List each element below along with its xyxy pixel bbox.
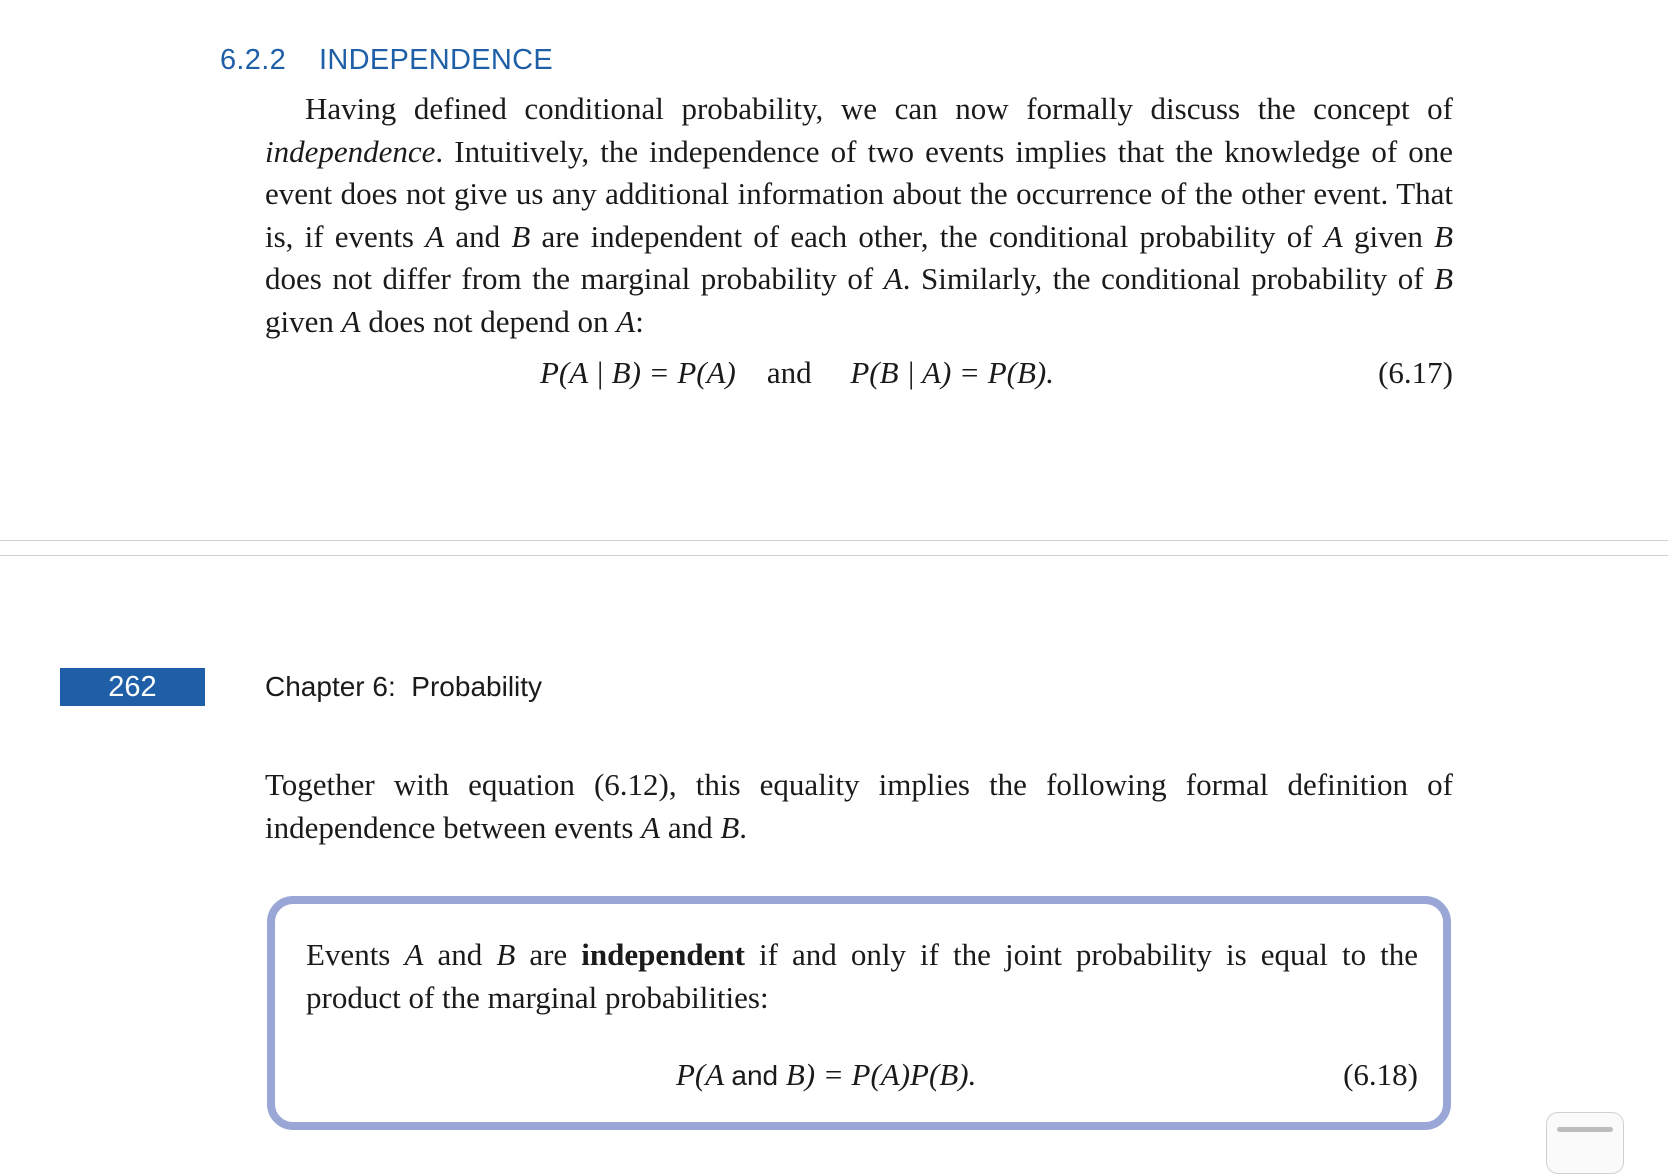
variable-b: B	[720, 809, 740, 845]
variable-b: B	[511, 218, 531, 254]
section-title: INDEPENDENCE	[319, 44, 554, 76]
equation-part: P(A	[676, 1057, 732, 1092]
variable-a: A	[1323, 218, 1343, 254]
page-number-badge: 262	[60, 668, 205, 706]
text-run: and	[660, 809, 721, 845]
text-run: are	[515, 937, 582, 972]
page-top: 6.2.2 INDEPENDENCE Having defined conditi…	[0, 0, 1668, 540]
equation-body: P(A and B) = P(A)P(B).	[676, 1052, 976, 1099]
paragraph-independence-intro: Having defined conditional probability, …	[265, 88, 1453, 343]
text-run: . Similarly, the conditional probability…	[902, 261, 1435, 296]
text-run: :	[635, 303, 644, 339]
text-run: and	[444, 218, 512, 254]
equation-body: P(A | B) = P(A) and P(B | A) = P(B).	[540, 350, 1054, 396]
equation-connector: and	[731, 1060, 779, 1091]
variable-a: A	[425, 218, 445, 254]
scroll-handle[interactable]	[1546, 1112, 1624, 1174]
text-run: are independent of each other, the condi…	[530, 218, 1324, 254]
definition-box: Events A and B are independent if and on…	[267, 896, 1451, 1130]
variable-a: A	[883, 261, 903, 296]
running-header: Chapter 6: Probability	[265, 671, 543, 702]
italic-term: independence	[265, 133, 436, 169]
variable-b: B	[1434, 261, 1454, 296]
text-run: Having defined conditional probability, …	[305, 91, 1453, 126]
equation-connector: and	[766, 355, 812, 390]
variable-b: B	[496, 937, 516, 972]
section-number: 6.2.2	[220, 44, 286, 76]
equation-left: P(A | B) = P(A)	[540, 355, 736, 390]
text-run: Events	[306, 937, 405, 972]
page-bottom: 262 Chapter 6: Probability Together with…	[0, 556, 1668, 1150]
equation-part: B) = P(A)P(B).	[778, 1057, 977, 1092]
section-heading: 6.2.2 INDEPENDENCE	[220, 44, 553, 77]
equation-6-18: P(A and B) = P(A)P(B). (6.18)	[306, 1052, 1418, 1098]
text-run: does not depend on	[360, 303, 617, 339]
equation-right: P(B | A) = P(B).	[850, 355, 1054, 390]
bold-term: independent	[581, 937, 745, 972]
text-run: does not differ from the marginal probab…	[265, 261, 884, 296]
text-run: .	[739, 809, 748, 845]
text-run: given	[265, 303, 342, 339]
variable-a: A	[616, 303, 636, 339]
variable-a: A	[341, 303, 361, 339]
paragraph-definition-lead: Together with equation (6.12), this equa…	[265, 764, 1453, 849]
variable-b: B	[1434, 218, 1454, 254]
variable-a: A	[641, 809, 661, 845]
text-run: given	[1342, 218, 1435, 254]
page-separator	[0, 540, 1668, 556]
text-run: and	[423, 937, 497, 972]
equation-number: (6.17)	[1378, 355, 1453, 390]
equation-number: (6.18)	[1343, 1057, 1418, 1092]
equation-6-17: P(A | B) = P(A) and P(B | A) = P(B). (6.…	[265, 350, 1453, 396]
text-run: Together with equation (6.12), this equa…	[265, 767, 1453, 845]
definition-text: Events A and B are independent if and on…	[306, 934, 1418, 1019]
variable-a: A	[404, 937, 424, 972]
